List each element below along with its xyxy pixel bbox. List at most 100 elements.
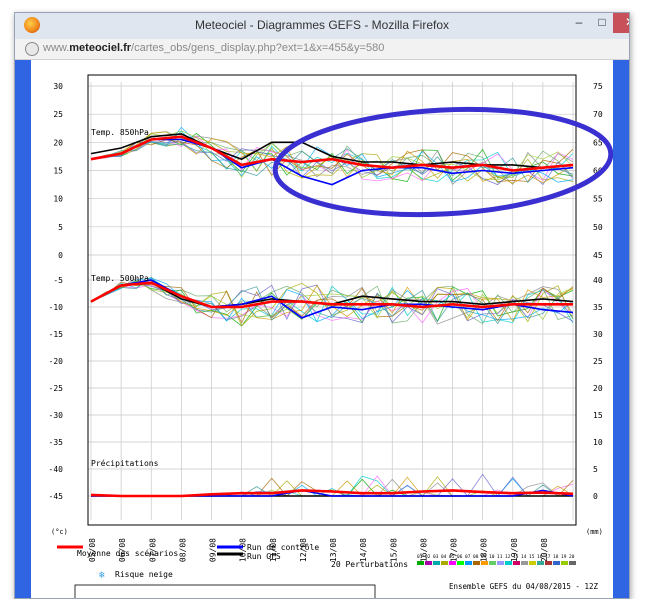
left-tick-label: -15 — [49, 330, 64, 339]
left-unit-label: (°c) — [51, 528, 68, 536]
date-tick-label: 08/08 — [178, 538, 187, 562]
browser-window: Meteociel - Diagrammes GEFS - Mozilla Fi… — [14, 12, 630, 599]
left-tick-label: 10 — [53, 195, 63, 204]
perturbation-id-label: 10 — [489, 554, 495, 560]
perturbation-swatch — [473, 561, 480, 565]
perturbation-swatch — [425, 561, 432, 565]
perturbation-swatch — [505, 561, 512, 565]
close-button[interactable]: ✕ — [613, 13, 629, 33]
url-text[interactable]: www.meteociel.fr/cartes_obs/gens_display… — [43, 42, 384, 54]
legend-snow-label: Risque neige — [115, 570, 173, 579]
gefs-chart: 30 7525 7020 6515 6010 555 500 45Temp. 850hPa-5… — [49, 74, 614, 598]
perturbation-id-label: 09 — [481, 554, 487, 560]
perturbation-swatch — [497, 561, 504, 565]
window-title: Meteociel - Diagrammes GEFS - Mozilla Fi… — [194, 18, 450, 32]
perturbation-id-label: 14 — [521, 554, 527, 560]
perturbation-swatch — [489, 561, 496, 565]
left-tick-label: -35 — [49, 438, 64, 447]
left-tick-label: 30 — [53, 82, 63, 91]
perturbation-swatch — [441, 561, 448, 565]
perturbation-id-label: 15 — [529, 554, 535, 560]
perturbation-swatch — [553, 561, 560, 565]
right-tick-label: 75 — [593, 82, 603, 91]
right-tick-label: 5 — [593, 465, 598, 474]
perturbation-id-label: 11 — [497, 554, 503, 560]
perturbation-swatch — [513, 561, 520, 565]
panel-title: Temp. 850hPa — [91, 128, 149, 137]
left-tick-label: -45 — [49, 492, 64, 501]
left-tick-label: 20 — [53, 138, 63, 147]
legend-label: Run de contrôle — [247, 542, 319, 552]
perturbation-swatch — [537, 561, 544, 565]
right-tick-label: 25 — [593, 357, 603, 366]
perturbation-swatch — [561, 561, 568, 565]
title-bar: Meteociel - Diagrammes GEFS - Mozilla Fi… — [15, 13, 629, 39]
snowflake-icon: ❄ — [99, 570, 106, 581]
right-tick-label: 15 — [593, 411, 603, 420]
perturbation-id-label: 19 — [561, 554, 567, 560]
perturbation-swatch — [449, 561, 456, 565]
right-tick-label: 55 — [593, 195, 603, 204]
date-tick-label: 09/08 — [209, 538, 218, 562]
right-tick-label: 30 — [593, 330, 603, 339]
perturbation-id-label: 03 — [433, 554, 439, 560]
left-tick-label: 15 — [53, 167, 63, 176]
minimize-button[interactable]: – — [567, 13, 591, 33]
perturbation-swatch — [457, 561, 464, 565]
perturbation-swatch — [481, 561, 488, 565]
perturbation-id-label: 07 — [465, 554, 471, 560]
left-tick-label: -10 — [49, 303, 64, 312]
perturbation-swatch — [529, 561, 536, 565]
perturbation-id-label: 18 — [553, 554, 559, 560]
footer-run-label: Ensemble GEFS du 04/08/2015 - 12Z — [449, 582, 598, 591]
perturbation-id-label: 17 — [545, 554, 551, 560]
legend-perturbations-label: 20 Perturbations — [331, 560, 408, 569]
right-tick-label: 10 — [593, 438, 603, 447]
perturbation-id-label: 16 — [537, 554, 543, 560]
right-tick-label: 0 — [593, 492, 598, 501]
maximize-button[interactable]: □ — [591, 13, 613, 33]
gefs-diagram-panel: 30 75 25 70 20 65 15 60 10 55 5 50 0 45 Temp. 850hPa -5… — [31, 60, 614, 598]
date-tick-label: 15/08 — [389, 538, 398, 562]
right-tick-label: 20 — [593, 384, 603, 393]
right-tick-label: 35 — [593, 303, 603, 312]
right-tick-label: 50 — [593, 223, 603, 232]
perturbation-swatch — [521, 561, 528, 565]
panel-title: Temp. 500hPa — [91, 274, 149, 283]
left-tick-label: 25 — [53, 110, 63, 119]
right-tick-label: 70 — [593, 110, 603, 119]
page-content: 30 75 25 70 20 65 15 60 10 55 5 50 0 45 Temp. 850hPa -5… — [15, 60, 629, 598]
left-tick-label: -30 — [49, 411, 64, 420]
right-tick-label: 45 — [593, 251, 603, 260]
perturbation-id-label: 12 — [505, 554, 511, 560]
perturbation-swatch — [545, 561, 552, 565]
right-tick-label: 40 — [593, 276, 603, 285]
address-bar[interactable]: www.meteociel.fr/cartes_obs/gens_display… — [15, 39, 629, 60]
left-tick-label: 5 — [58, 223, 63, 232]
perturbation-id-label: 08 — [473, 554, 479, 560]
left-tick-label: -40 — [49, 465, 64, 474]
perturbation-id-label: 04 — [441, 554, 447, 560]
left-tick-label: -25 — [49, 384, 64, 393]
perturbation-id-label: 05 — [449, 554, 455, 560]
date-tick-label: 14/08 — [359, 538, 368, 562]
legend-label: Run GFS — [247, 552, 281, 561]
perturbation-swatch — [465, 561, 472, 565]
perturbation-id-label: 13 — [513, 554, 519, 560]
globe-icon — [25, 42, 39, 56]
perturbation-id-label: 01 — [417, 554, 423, 560]
perturbation-swatch — [569, 561, 576, 565]
legend-label: Moyenne des scénarios — [77, 548, 178, 558]
perturbation-id-label: 02 — [425, 554, 431, 560]
perturbation-id-label: 20 — [569, 554, 575, 560]
footer-box — [74, 584, 376, 598]
panel-title: Précipitations — [91, 458, 159, 468]
perturbation-swatch — [433, 561, 440, 565]
left-tick-label: -5 — [53, 276, 63, 285]
left-tick-label: -20 — [49, 357, 64, 366]
left-tick-label: 0 — [58, 251, 63, 260]
perturbation-id-label: 06 — [457, 554, 463, 560]
perturbation-swatch — [417, 561, 424, 565]
right-unit-label: (mm) — [586, 528, 603, 536]
date-tick-label: 13/08 — [329, 538, 338, 562]
